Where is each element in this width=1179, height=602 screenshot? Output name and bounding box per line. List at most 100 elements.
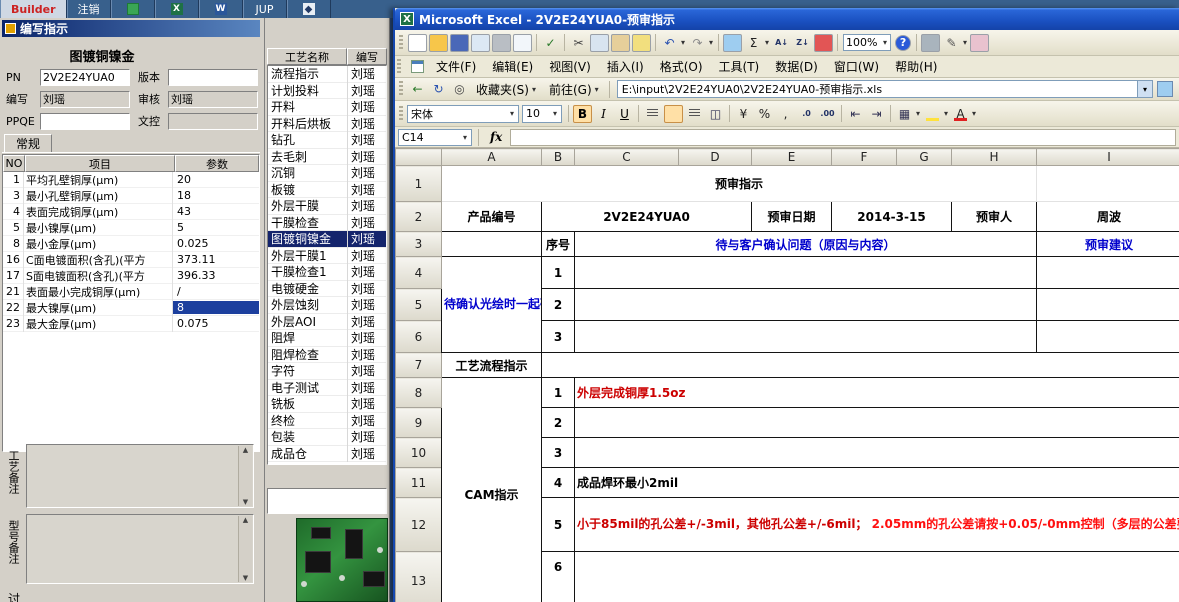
reviewer-label-cell[interactable]: 预审人 bbox=[951, 201, 1037, 232]
remark-scrollbar[interactable]: ▲ ▼ bbox=[238, 446, 252, 506]
process-remark-box[interactable]: ▲ ▼ bbox=[26, 444, 254, 508]
writer-input[interactable] bbox=[40, 90, 130, 108]
bold-icon[interactable]: B bbox=[573, 104, 592, 123]
format-painter-icon[interactable] bbox=[632, 33, 651, 52]
currency-icon[interactable]: ¥ bbox=[734, 105, 753, 123]
increase-decimal-icon[interactable]: .0 bbox=[797, 105, 816, 123]
scroll-down-icon[interactable]: ▼ bbox=[243, 498, 248, 506]
diamond-icon[interactable]: ◆ bbox=[286, 0, 331, 18]
camera-icon[interactable] bbox=[921, 33, 941, 52]
tab-general[interactable]: 常规 bbox=[4, 134, 52, 153]
new-document-icon[interactable] bbox=[408, 33, 427, 52]
suggestion-header-cell[interactable]: 预审建议 bbox=[1036, 231, 1179, 257]
scroll-down-icon[interactable]: ▼ bbox=[243, 574, 248, 582]
menu-item[interactable]: 格式(O) bbox=[652, 56, 711, 77]
align-center-icon[interactable] bbox=[664, 104, 683, 123]
parameter-row[interactable]: 17 S面电镀面积(含孔)(平方 396.33 bbox=[3, 267, 259, 284]
save-icon[interactable] bbox=[450, 33, 469, 52]
col-header-writer[interactable]: 编写 bbox=[347, 48, 387, 65]
italic-icon[interactable]: I bbox=[594, 105, 613, 123]
col-header-item[interactable]: 项目 bbox=[25, 155, 175, 172]
help-icon[interactable]: ? bbox=[895, 34, 912, 51]
logout-button[interactable]: 注销 bbox=[66, 0, 111, 18]
column-header-e[interactable]: E bbox=[751, 148, 832, 166]
eraser-icon[interactable] bbox=[970, 33, 990, 52]
percent-icon[interactable]: % bbox=[755, 105, 774, 123]
col-header-no[interactable]: NO bbox=[3, 155, 25, 172]
print-icon[interactable] bbox=[492, 33, 511, 52]
paste-icon[interactable] bbox=[611, 33, 630, 52]
process-list-item[interactable]: 外层干膜 刘瑶 bbox=[268, 197, 386, 215]
col-header-process-name[interactable]: 工艺名称 bbox=[267, 48, 347, 65]
column-header-g[interactable]: G bbox=[896, 148, 952, 166]
chart-wizard-icon[interactable] bbox=[814, 33, 834, 52]
cam-3-no-cell[interactable]: 3 bbox=[541, 437, 575, 468]
cam-4-text-cell[interactable]: 成品焊环最小2mil bbox=[574, 467, 1179, 498]
comma-icon[interactable]: , bbox=[776, 105, 795, 123]
parameter-row[interactable]: 3 最小孔壁铜厚(μm) 18 bbox=[3, 187, 259, 204]
process-list-item[interactable]: 电镀硬金 刘瑶 bbox=[268, 279, 386, 297]
select-all-corner[interactable] bbox=[395, 148, 442, 166]
column-header-c[interactable]: C bbox=[574, 148, 679, 166]
cam-3-text-cell[interactable] bbox=[574, 437, 1179, 468]
row-header-4[interactable]: 4 bbox=[395, 256, 442, 289]
process-header-cell[interactable]: 工艺流程指示 bbox=[441, 352, 542, 378]
cell[interactable] bbox=[1036, 320, 1179, 353]
cam-2-no-cell[interactable]: 2 bbox=[541, 407, 575, 438]
process-list-item[interactable]: 开料后烘板 刘瑶 bbox=[268, 114, 386, 132]
cam-label-cell[interactable]: CAM指示 bbox=[441, 377, 542, 602]
excel-titlebar[interactable]: X Microsoft Excel - 2V2E24YUA0-预审指示 bbox=[395, 8, 1179, 30]
pencil-icon[interactable]: ✎ bbox=[942, 34, 961, 52]
process-list-item[interactable]: 去毛刺 刘瑶 bbox=[268, 147, 386, 165]
auditor-input[interactable] bbox=[168, 90, 258, 108]
go-menu[interactable]: 前往(G) ▾ bbox=[543, 81, 606, 98]
cam-2-text-cell[interactable] bbox=[574, 407, 1179, 438]
scroll-up-icon[interactable]: ▲ bbox=[243, 446, 248, 454]
column-header-d[interactable]: D bbox=[678, 148, 752, 166]
cell[interactable] bbox=[574, 288, 1037, 321]
refresh-icon[interactable]: ↻ bbox=[429, 80, 448, 98]
col-header-param[interactable]: 参数 bbox=[175, 155, 259, 172]
product-label-cell[interactable]: 产品编号 bbox=[441, 201, 542, 232]
cam-4-no-cell[interactable]: 4 bbox=[541, 467, 575, 498]
cell[interactable] bbox=[1036, 288, 1179, 321]
column-header-a[interactable]: A bbox=[441, 148, 542, 166]
question-header-cell[interactable]: 待与客户确认问题（原因与内容） bbox=[574, 231, 1037, 257]
parameter-row[interactable]: 1 平均孔壁铜厚(μm) 20 bbox=[3, 171, 259, 188]
insert-function-button[interactable]: fx bbox=[485, 130, 507, 144]
autosum-icon[interactable]: Σ bbox=[744, 34, 763, 52]
seq-1-cell[interactable]: 1 bbox=[541, 256, 575, 289]
word-shortcut-icon[interactable]: W bbox=[198, 0, 243, 18]
menu-item[interactable]: 编辑(E) bbox=[484, 56, 541, 77]
column-header-f[interactable]: F bbox=[831, 148, 897, 166]
mail-icon[interactable] bbox=[471, 33, 490, 52]
sort-ascending-icon[interactable]: A↓ bbox=[772, 34, 791, 52]
process-list-item[interactable]: 终检 刘瑶 bbox=[268, 411, 386, 429]
cell[interactable] bbox=[541, 352, 1179, 378]
column-header-b[interactable]: B bbox=[541, 148, 575, 166]
undo-icon[interactable]: ↶ bbox=[660, 34, 679, 52]
fill-color-icon[interactable] bbox=[923, 105, 942, 123]
parameter-row[interactable]: 8 最小金厚(μm) 0.025 bbox=[3, 235, 259, 252]
cam-6-text-cell[interactable] bbox=[574, 551, 1179, 602]
product-value-cell[interactable]: 2V2E24YUA0 bbox=[541, 201, 752, 232]
parameter-row[interactable]: 23 最大金厚(μm) 0.075 bbox=[3, 315, 259, 332]
seq-3-cell[interactable]: 3 bbox=[541, 320, 575, 353]
hyperlink-icon[interactable] bbox=[723, 33, 743, 52]
process-list-item[interactable]: 流程指示 刘瑶 bbox=[268, 66, 386, 83]
copy-icon[interactable] bbox=[590, 33, 609, 52]
version-input[interactable] bbox=[168, 68, 258, 86]
row-header-8[interactable]: 8 bbox=[395, 377, 442, 408]
builder-menu[interactable]: Builder bbox=[0, 0, 67, 18]
process-list-item[interactable]: 阻焊检查 刘瑶 bbox=[268, 345, 386, 363]
row-header-12[interactable]: 12 bbox=[395, 497, 442, 552]
parameter-row[interactable]: 21 表面最小完成铜厚(μm) / bbox=[3, 283, 259, 300]
toolbar-grip[interactable] bbox=[399, 34, 403, 51]
menu-item[interactable]: 数据(D) bbox=[767, 56, 826, 77]
process-list-item[interactable]: 干膜检查 刘瑶 bbox=[268, 213, 386, 231]
confirm-note-cell[interactable]: 待确认光绘时一起确认问题 bbox=[441, 256, 542, 353]
cell[interactable] bbox=[1036, 165, 1179, 202]
menu-item[interactable]: 窗口(W) bbox=[826, 56, 887, 77]
toolbar-grip[interactable] bbox=[399, 81, 403, 97]
menu-item[interactable]: 工具(T) bbox=[711, 56, 768, 77]
